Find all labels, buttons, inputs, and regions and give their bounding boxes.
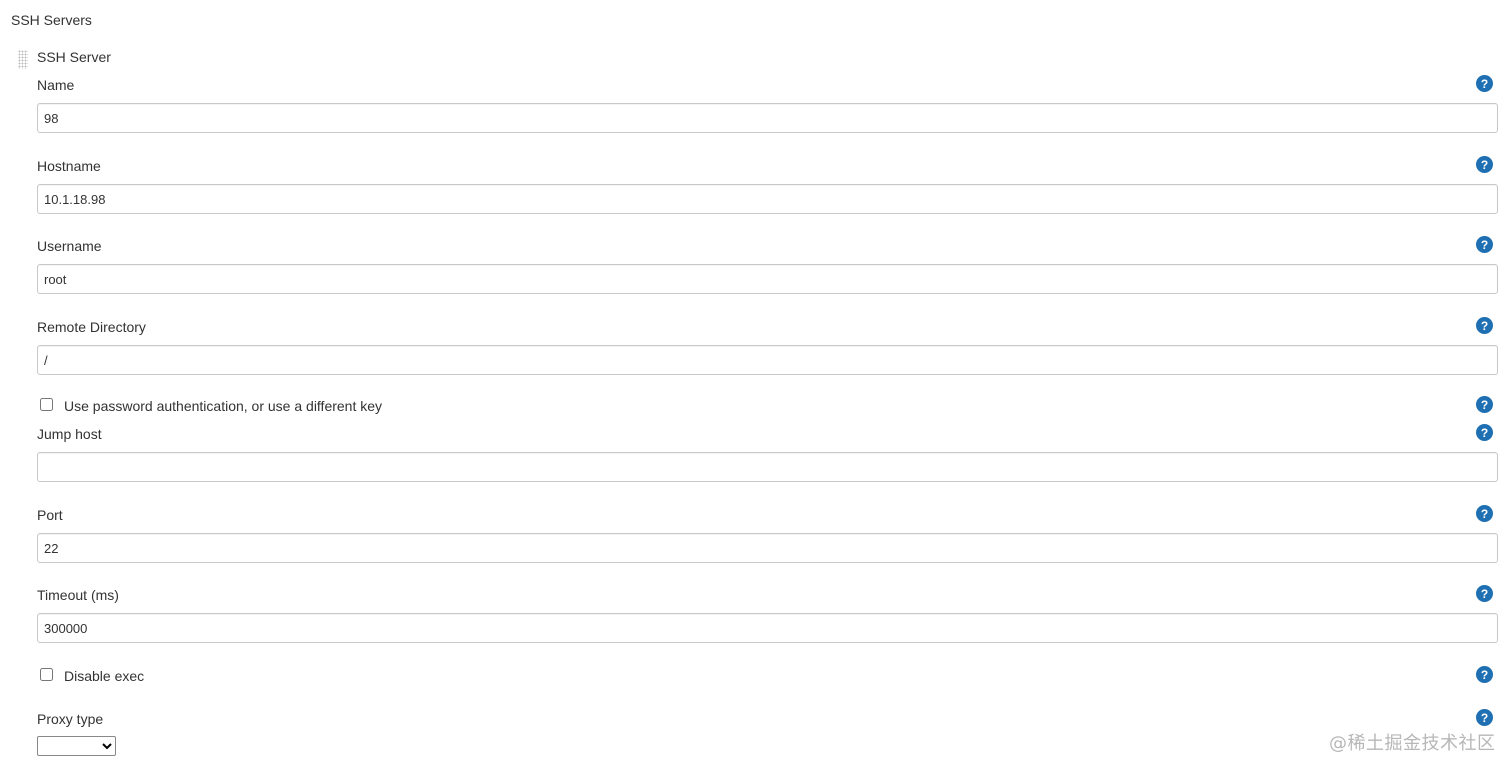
- help-icon[interactable]: ?: [1476, 585, 1493, 602]
- remote-directory-input[interactable]: [37, 345, 1498, 375]
- timeout-input[interactable]: [37, 613, 1498, 643]
- watermark: @稀土掘金技术社区: [1329, 733, 1496, 754]
- help-icon[interactable]: ?: [1476, 236, 1493, 253]
- proxy-type-select[interactable]: [37, 736, 116, 756]
- hostname-input[interactable]: [37, 184, 1498, 214]
- remote-directory-label: Remote Directory: [37, 319, 146, 335]
- section-title: SSH Servers: [11, 12, 92, 28]
- port-input[interactable]: [37, 533, 1498, 563]
- port-label: Port: [37, 507, 63, 523]
- use-password-label[interactable]: Use password authentication, or use a di…: [64, 398, 382, 414]
- disable-exec-label[interactable]: Disable exec: [64, 668, 144, 684]
- name-label: Name: [37, 77, 75, 93]
- help-icon[interactable]: ?: [1476, 666, 1493, 683]
- use-password-checkbox[interactable]: [40, 398, 53, 411]
- jump-host-label: Jump host: [37, 426, 102, 442]
- name-input[interactable]: [37, 103, 1498, 133]
- hostname-label: Hostname: [37, 158, 101, 174]
- help-icon[interactable]: ?: [1476, 424, 1493, 441]
- help-icon[interactable]: ?: [1476, 75, 1493, 92]
- help-icon[interactable]: ?: [1476, 396, 1493, 413]
- username-label: Username: [37, 238, 102, 254]
- username-input[interactable]: [37, 264, 1498, 294]
- timeout-label: Timeout (ms): [37, 587, 119, 603]
- ssh-server-title: SSH Server: [37, 49, 111, 65]
- drag-handle-icon[interactable]: [18, 50, 28, 69]
- help-icon[interactable]: ?: [1476, 505, 1493, 522]
- disable-exec-checkbox[interactable]: [40, 668, 53, 681]
- help-icon[interactable]: ?: [1476, 709, 1493, 726]
- help-icon[interactable]: ?: [1476, 156, 1493, 173]
- proxy-type-label: Proxy type: [37, 711, 104, 727]
- help-icon[interactable]: ?: [1476, 317, 1493, 334]
- jump-host-input[interactable]: [37, 452, 1498, 482]
